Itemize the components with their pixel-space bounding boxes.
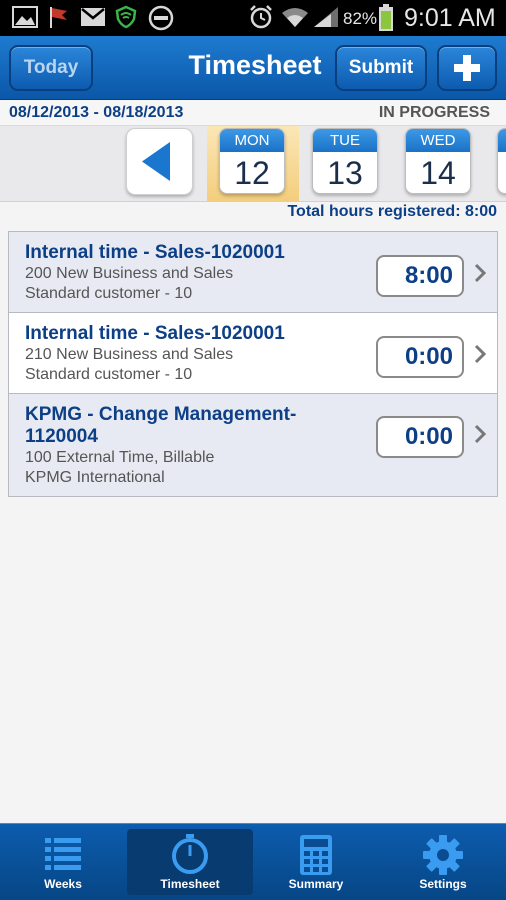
tab-settings[interactable]: Settings <box>380 824 506 900</box>
alarm-icon <box>248 4 274 35</box>
day-number: 12 <box>234 155 270 191</box>
tab-timesheet[interactable]: Timesheet <box>127 829 253 895</box>
entry-title: KPMG - Change Management-1120004 <box>25 404 297 447</box>
day-card-mon[interactable]: MON 12 <box>219 128 285 194</box>
entry-activity: 200 New Business and Sales <box>25 265 234 282</box>
block-icon <box>148 5 174 36</box>
app-header: Today Timesheet Submit <box>0 36 506 100</box>
hours-field[interactable]: 8:00 <box>376 255 464 297</box>
list-icon <box>45 838 81 870</box>
status-bar: 82% 9:01 AM <box>0 0 506 36</box>
entry-customer: Standard customer - 10 <box>25 366 193 383</box>
day-number: 13 <box>327 155 363 191</box>
list-item[interactable]: Internal time - Sales-1020001 200 New Bu… <box>8 231 498 313</box>
tab-summary[interactable]: Summary <box>253 824 379 900</box>
bottom-nav: Weeks Timesheet Summary Settings <box>0 823 506 900</box>
add-entry-button[interactable] <box>437 45 497 91</box>
entry-title: Internal time - Sales-1020001 <box>25 242 285 263</box>
day-number: 14 <box>420 155 456 191</box>
tab-label: Timesheet <box>160 877 220 891</box>
period-bar: 08/12/2013 - 08/18/2013 IN PROGRESS <box>0 101 506 126</box>
day-name: MON <box>220 129 284 152</box>
entry-activity: 210 New Business and Sales <box>25 346 234 363</box>
chevron-right-icon <box>474 344 487 364</box>
hours-field[interactable]: 0:00 <box>376 336 464 378</box>
shield-icon <box>114 5 138 34</box>
day-card-tue[interactable]: TUE 13 <box>312 128 378 194</box>
clock: 9:01 AM <box>404 4 496 32</box>
submit-button[interactable]: Submit <box>335 45 427 91</box>
tab-label: Weeks <box>44 877 82 891</box>
entry-title: Internal time - Sales-1020001 <box>25 323 285 344</box>
gmail-icon <box>80 7 106 32</box>
list-item[interactable]: KPMG - Change Management-1120004 100 Ext… <box>8 393 498 497</box>
signal-icon <box>313 6 339 33</box>
stopwatch-icon <box>172 834 208 874</box>
day-name-partial <box>498 129 506 152</box>
calculator-icon <box>300 835 332 875</box>
day-name: WED <box>406 129 470 152</box>
wifi-icon <box>281 6 309 33</box>
flag-icon <box>48 5 70 34</box>
chevron-right-icon <box>474 263 487 283</box>
period-range: 08/12/2013 - 08/18/2013 <box>9 104 184 121</box>
page-title: Timesheet <box>188 50 322 80</box>
total-hours: Total hours registered: 8:00 <box>287 203 497 220</box>
tab-label: Settings <box>419 877 467 891</box>
battery-percent: 82% <box>343 9 378 28</box>
day-selector: MON 12 TUE 13 WED 14 <box>0 126 506 202</box>
day-card-partial[interactable] <box>497 128 506 194</box>
previous-day-button[interactable] <box>126 128 193 195</box>
today-button[interactable]: Today <box>9 45 93 91</box>
chevron-right-icon <box>474 424 487 444</box>
entry-list: Internal time - Sales-1020001 200 New Bu… <box>8 231 498 497</box>
tab-weeks[interactable]: Weeks <box>0 824 126 900</box>
entry-activity: 100 External Time, Billable <box>25 449 215 466</box>
entry-customer: Standard customer - 10 <box>25 285 193 302</box>
hours-field[interactable]: 0:00 <box>376 416 464 458</box>
gallery-icon <box>12 6 38 33</box>
list-item[interactable]: Internal time - Sales-1020001 210 New Bu… <box>8 312 498 394</box>
status-badge: IN PROGRESS <box>378 104 490 121</box>
battery-icon <box>378 4 394 37</box>
arrow-left-icon <box>142 142 170 181</box>
gear-icon <box>423 835 463 875</box>
plus-icon <box>454 55 480 81</box>
entry-customer: KPMG International <box>25 469 165 486</box>
tab-label: Summary <box>288 877 344 891</box>
day-card-wed[interactable]: WED 14 <box>405 128 471 194</box>
day-name: TUE <box>313 129 377 152</box>
